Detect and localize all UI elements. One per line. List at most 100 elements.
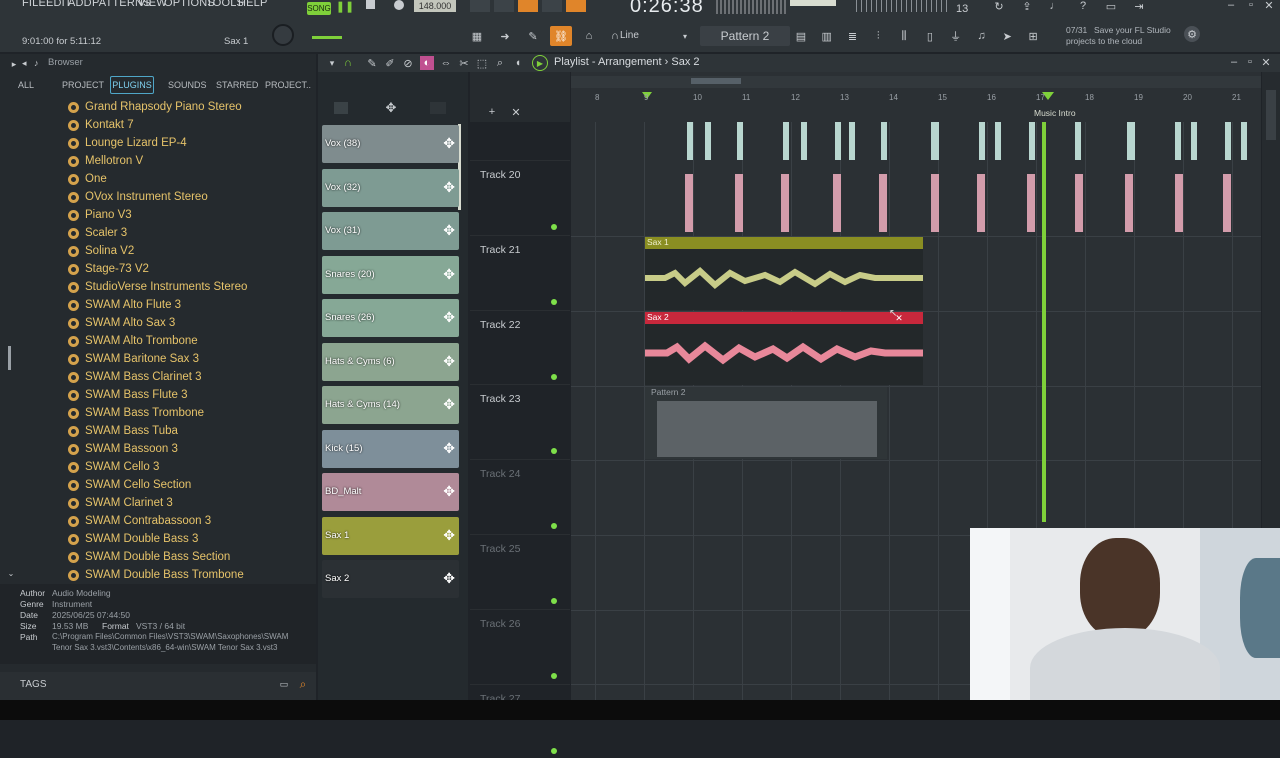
track-header[interactable]: Track 27 xyxy=(470,683,570,758)
record-icon[interactable] xyxy=(394,0,404,10)
menu-add[interactable]: ADD xyxy=(68,0,92,9)
plugin-item[interactable]: SWAM Double Bass 3 xyxy=(68,530,198,548)
browser-scrollbar[interactable] xyxy=(8,346,11,370)
file-icon[interactable]: ▯ xyxy=(921,26,939,46)
snap-select[interactable]: Line xyxy=(620,30,639,41)
plugin-item[interactable]: OVox Instrument Stereo xyxy=(68,188,208,206)
plugin-item[interactable]: SWAM Bass Tuba xyxy=(68,422,178,440)
track-header[interactable]: Track 25 xyxy=(470,534,570,608)
playlist-icon[interactable]: ▤ xyxy=(792,26,810,46)
plugin-item[interactable]: Lounge Lizard EP-4 xyxy=(68,134,187,152)
track20-slices[interactable] xyxy=(571,122,1261,236)
piano-roll-icon[interactable]: ▦ xyxy=(466,26,488,46)
track-header[interactable]: Track 21 xyxy=(470,234,570,309)
playback-icon[interactable]: ◖ xyxy=(512,56,524,70)
channel-item[interactable]: Hats & Cyms (14) ✥ xyxy=(322,386,459,424)
select-icon[interactable]: ⬚ xyxy=(476,56,488,70)
mute-icon[interactable]: ◐ xyxy=(420,56,434,70)
browser-tab-starred[interactable]: STARRED xyxy=(216,80,258,90)
plug-icon[interactable]: ⏚ xyxy=(947,26,965,46)
playlist-minimize-icon[interactable]: – xyxy=(1228,56,1240,68)
sax2-clip-header[interactable] xyxy=(645,312,923,324)
plugin-item[interactable]: Solina V2 xyxy=(68,242,134,260)
channel-rack-icon[interactable]: ▥ xyxy=(818,26,836,46)
scroll-thumb[interactable] xyxy=(1266,90,1276,140)
channel-item[interactable]: Sax 2 ✥ xyxy=(322,560,459,598)
track-enable-led[interactable] xyxy=(551,672,557,679)
drag-handle-icon[interactable]: ✥ xyxy=(443,483,455,500)
drag-handle-icon[interactable]: ✥ xyxy=(443,135,455,152)
channel-item[interactable]: Hats & Cyms (6) ✥ xyxy=(322,342,459,381)
help-icon[interactable]: ? xyxy=(1076,0,1090,12)
picker-pattern-icon[interactable] xyxy=(334,102,348,114)
plugin-item[interactable]: SWAM Contrabassoon 3 xyxy=(68,512,211,530)
stamp-icon[interactable]: ⌂ xyxy=(578,26,600,46)
channel-item[interactable]: Snares (26) ✥ xyxy=(322,299,459,337)
channel-item[interactable]: BD_Malt ✥ xyxy=(322,473,459,511)
track-enable-led[interactable] xyxy=(551,448,557,455)
drag-handle-icon[interactable]: ✥ xyxy=(443,396,455,413)
draw-icon[interactable]: ✎ xyxy=(366,56,378,70)
channel-item[interactable]: Sax 1 ✥ xyxy=(322,516,459,555)
plugin-item[interactable]: StudioVerse Instruments Stereo xyxy=(68,278,247,296)
cart-icon[interactable]: ⊞ xyxy=(1024,26,1042,46)
plugin-item[interactable]: Kontakt 7 xyxy=(68,116,134,134)
drag-handle-icon[interactable]: ✥ xyxy=(443,179,455,196)
close-icon[interactable]: ✕ xyxy=(1262,0,1276,12)
plugin-item[interactable]: SWAM Bass Clarinet 3 xyxy=(68,368,202,386)
paint-icon[interactable]: ✐ xyxy=(384,56,396,70)
delete-icon[interactable]: ⊘ xyxy=(402,56,414,70)
drag-handle-icon[interactable]: ✥ xyxy=(443,570,455,587)
refresh-icon[interactable]: ↻ xyxy=(992,0,1006,13)
picker-audio-icon[interactable] xyxy=(430,102,446,114)
pattern2-clip[interactable]: Pattern 2 xyxy=(645,387,887,459)
news-line2[interactable]: projects to the cloud xyxy=(1066,36,1142,46)
remove-track-icon[interactable]: ✕ xyxy=(510,106,522,119)
collapse-icon[interactable]: ⌄ xyxy=(6,568,16,578)
browser-tab-project-2[interactable]: PROJECT.. xyxy=(265,80,311,90)
plugin-item[interactable]: SWAM Baritone Sax 3 xyxy=(68,350,199,368)
plugin-item[interactable]: SWAM Bass Trombone xyxy=(68,404,204,422)
folder-icon[interactable]: ▭ xyxy=(278,678,290,690)
channel-item[interactable]: Kick (15) ✥ xyxy=(322,429,459,468)
plugin-item[interactable]: SWAM Alto Trombone xyxy=(68,332,198,350)
menu-view[interactable]: VIEW xyxy=(138,0,167,9)
export-icon[interactable]: ⇥ xyxy=(1132,0,1146,13)
playlist-close-icon[interactable]: ✕ xyxy=(1260,56,1272,69)
plugin-item[interactable]: SWAM Bassoon 3 xyxy=(68,440,178,458)
track-enable-led[interactable] xyxy=(551,598,557,604)
channel-item[interactable]: Vox (32) ✥ xyxy=(322,168,459,207)
plugin-item[interactable]: SWAM Alto Sax 3 xyxy=(68,314,175,332)
pattern-selector[interactable]: Pattern 2 xyxy=(700,26,790,46)
drag-handle-icon[interactable]: ✥ xyxy=(443,309,455,326)
eq-icon[interactable]: ⫶ xyxy=(869,26,887,46)
drag-handle-icon[interactable]: ✥ xyxy=(443,440,455,457)
send-icon[interactable]: ➤ xyxy=(998,26,1016,46)
stop-icon[interactable] xyxy=(366,0,375,9)
picker-move-icon[interactable]: ✥ xyxy=(382,100,400,116)
pencil-icon[interactable]: ✎ xyxy=(522,26,544,46)
plugin-item[interactable]: SWAM Double Bass Section xyxy=(68,548,230,566)
tuner-icon[interactable]: ♫ xyxy=(973,26,991,46)
news-line1[interactable]: Save your FL Studio xyxy=(1094,25,1171,35)
plugin-item[interactable]: Piano V3 xyxy=(68,206,132,224)
song-mode-button[interactable]: SONG xyxy=(307,2,331,15)
browser-pin-icon[interactable]: ◂ xyxy=(22,58,34,70)
settings-icon[interactable]: ⚙ xyxy=(1184,26,1200,42)
channel-item[interactable]: Vox (38) ✥ xyxy=(322,125,459,163)
upload-icon[interactable]: ⇪ xyxy=(1020,0,1034,13)
browser-sound-icon[interactable]: ♪ xyxy=(34,58,46,70)
browser-tab-project[interactable]: PROJECT xyxy=(62,80,104,90)
track-header[interactable]: Track 23 xyxy=(470,384,570,458)
loop-marker[interactable] xyxy=(691,78,741,84)
drag-handle-icon[interactable]: ✥ xyxy=(443,266,455,283)
mixer-icon[interactable]: ≣ xyxy=(844,26,862,46)
magnet-snap-icon[interactable]: ∩ xyxy=(340,55,356,71)
track-enable-led[interactable] xyxy=(551,747,557,754)
playlist-menu-icon[interactable]: ▾ xyxy=(326,56,338,70)
plugin-item[interactable]: Scaler 3 xyxy=(68,224,127,242)
plugin-item[interactable]: Stage-73 V2 xyxy=(68,260,149,278)
track-header[interactable]: Track 22 xyxy=(470,309,570,384)
add-track-icon[interactable]: + xyxy=(486,106,498,118)
track-enable-led[interactable] xyxy=(551,373,557,380)
